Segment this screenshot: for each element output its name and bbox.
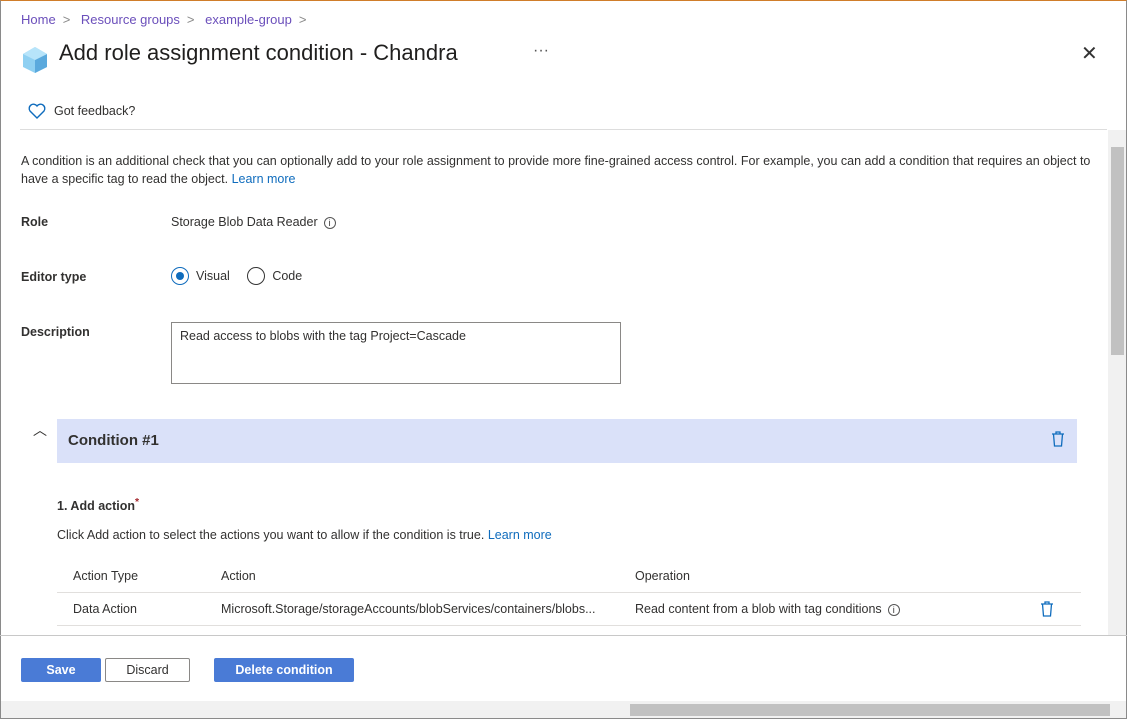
footer: Save Discard Delete condition (0, 635, 1127, 701)
close-button[interactable]: ✕ (1081, 41, 1098, 66)
cell-operation: Read content from a blob with tag condit… (635, 602, 900, 616)
radio-visual[interactable]: Visual (171, 267, 230, 285)
info-icon[interactable]: i (323, 216, 336, 229)
cell-action: Microsoft.Storage/storageAccounts/blobSe… (221, 602, 596, 616)
condition-header: Condition #1 (57, 419, 1077, 463)
add-action-help: Click Add action to select the actions y… (57, 528, 552, 542)
description-input[interactable]: Read access to blobs with the tag Projec… (171, 322, 621, 384)
actions-table: Action Type Action Operation Data Action… (57, 560, 1081, 626)
vertical-scrollbar-thumb[interactable] (1111, 147, 1124, 355)
save-button[interactable]: Save (21, 658, 101, 682)
more-options-button[interactable]: ··· (533, 42, 549, 60)
editor-type-radio-group: Visual Code (171, 267, 316, 288)
learn-more-link-2[interactable]: Learn more (488, 528, 552, 542)
add-action-heading: 1. Add action* (57, 497, 140, 514)
heart-icon (28, 103, 46, 119)
description-label: Description (21, 325, 90, 339)
intro-text: A condition is an additional check that … (21, 154, 1091, 186)
content-panel: A condition is an additional check that … (0, 130, 1108, 635)
page-title: Add role assignment condition - Chandra (59, 40, 458, 65)
role-value: Storage Blob Data Reader i (171, 215, 336, 229)
table-row: Data Action Microsoft.Storage/storageAcc… (57, 593, 1081, 626)
cube-icon (23, 47, 47, 73)
editor-type-label: Editor type (21, 270, 87, 284)
col-operation: Operation (635, 569, 690, 583)
info-icon[interactable]: i (887, 603, 900, 616)
discard-button[interactable]: Discard (105, 658, 190, 682)
breadcrumb-example-group[interactable]: example-group (205, 12, 292, 27)
delete-condition-button[interactable]: Delete condition (214, 658, 354, 682)
table-header: Action Type Action Operation (57, 560, 1081, 593)
collapse-chevron-icon[interactable]: ︿ (33, 420, 47, 440)
role-label: Role (21, 215, 49, 229)
radio-code[interactable]: Code (247, 267, 302, 285)
col-action-type: Action Type (73, 569, 139, 583)
col-action: Action (221, 569, 256, 583)
feedback-label: Got feedback? (54, 104, 136, 118)
breadcrumb-home[interactable]: Home (21, 12, 56, 27)
feedback-button[interactable]: Got feedback? (28, 103, 135, 119)
breadcrumb: Home > Resource groups > example-group > (21, 12, 307, 27)
learn-more-link[interactable]: Learn more (232, 172, 296, 186)
delete-condition-icon[interactable] (1051, 431, 1065, 447)
horizontal-scrollbar-thumb[interactable] (630, 704, 1110, 716)
delete-row-icon[interactable] (1040, 601, 1054, 617)
cell-action-type: Data Action (73, 602, 137, 616)
breadcrumb-resource-groups[interactable]: Resource groups (81, 12, 180, 27)
